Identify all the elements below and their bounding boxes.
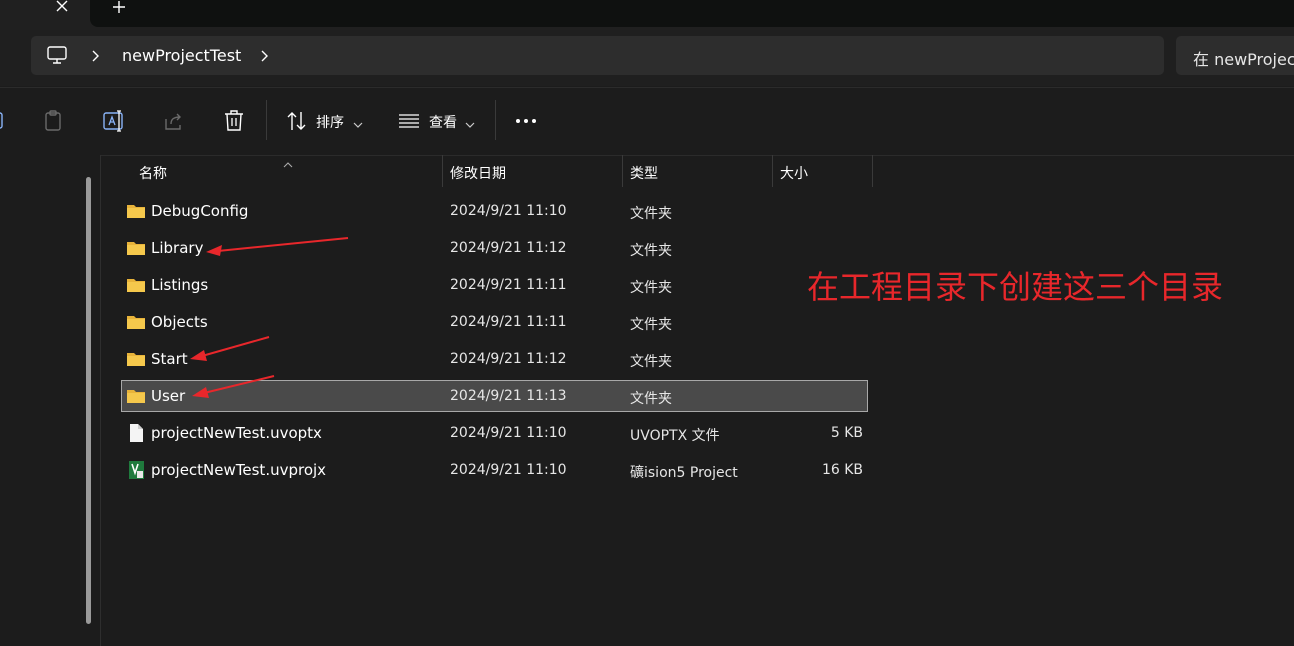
annotation-arrows xyxy=(190,237,349,398)
arrow-to-library xyxy=(206,237,349,256)
arrow-to-user xyxy=(192,375,275,398)
annotation-text: 在工程目录下创建这三个目录 xyxy=(807,268,1224,306)
arrow-to-start xyxy=(190,336,270,361)
